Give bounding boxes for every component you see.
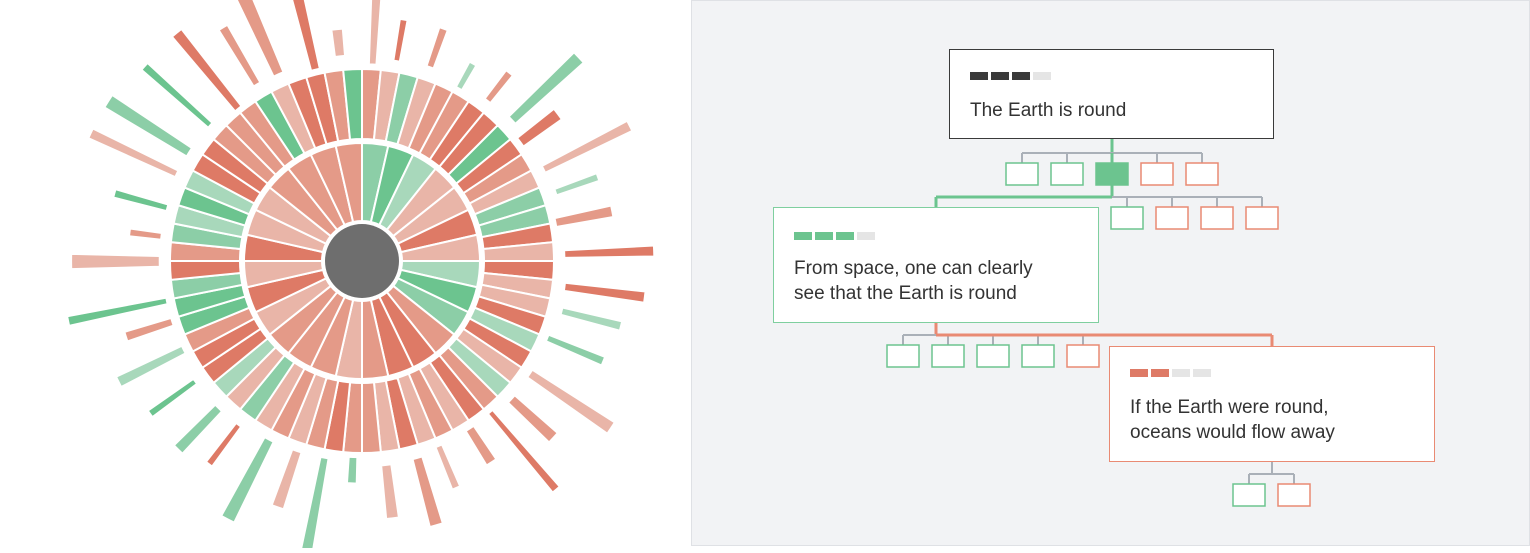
- argument-node-43[interactable]: [1232, 483, 1266, 507]
- sunburst-segment-125: [112, 187, 170, 213]
- argument-node-24[interactable]: [1245, 206, 1279, 230]
- argument-sunburst: [0, 0, 690, 553]
- argument-node-21[interactable]: [1110, 206, 1144, 230]
- argument-node-36[interactable]: [976, 344, 1010, 368]
- argument-node-10[interactable]: [1140, 162, 1174, 186]
- sunburst-segment-132: [291, 0, 322, 73]
- pro-argument-card[interactable]: From space, one can clearly see that the…: [773, 207, 1099, 323]
- sunburst-segment-110: [434, 443, 462, 491]
- sunburst-segment-97: [507, 50, 586, 126]
- sunburst-segment-108: [486, 408, 562, 494]
- argument-node-22[interactable]: [1155, 206, 1189, 230]
- sunburst-center: [325, 224, 399, 298]
- sunburst-segment-124: [127, 227, 164, 241]
- con-argument-text: If the Earth were round, oceans would fl…: [1130, 397, 1335, 443]
- sunburst-segment-104: [559, 306, 624, 332]
- argument-tree-panel: The Earth is round From space, one can c…: [691, 0, 1530, 546]
- claim-card[interactable]: The Earth is round: [949, 49, 1274, 139]
- argument-node-35[interactable]: [931, 344, 965, 368]
- sunburst-segment-101: [553, 204, 615, 229]
- sunburst-segment-115: [270, 448, 303, 511]
- argument-node-44[interactable]: [1277, 483, 1311, 507]
- claim-text: The Earth is round: [970, 100, 1127, 121]
- sunburst-segment-100: [553, 171, 601, 197]
- sunburst-segment-103: [562, 281, 647, 304]
- sunburst-segment-114: [299, 455, 330, 553]
- sunburst-segment-122: [65, 296, 169, 328]
- sunburst-segment-102: [563, 244, 656, 259]
- sunburst-segment-121: [123, 316, 175, 343]
- sunburst-segment-94: [425, 25, 450, 70]
- sunburst-segment-109: [464, 424, 498, 467]
- pro-argument-text: From space, one can clearly see that the…: [794, 258, 1033, 304]
- argument-node-7[interactable]: [1005, 162, 1039, 186]
- sunburst-segment-93: [392, 17, 409, 63]
- con-argument-card[interactable]: If the Earth were round, oceans would fl…: [1109, 346, 1435, 462]
- sunburst-segment-117: [204, 421, 243, 468]
- argument-node-34[interactable]: [886, 344, 920, 368]
- argument-node-23[interactable]: [1200, 206, 1234, 230]
- sunburst-segment-133: [330, 27, 347, 59]
- sunburst-segment-123: [70, 252, 161, 271]
- argument-node-8[interactable]: [1050, 162, 1084, 186]
- argument-node-37[interactable]: [1021, 344, 1055, 368]
- sunburst-segment-116: [219, 435, 276, 524]
- argument-node-38[interactable]: [1066, 344, 1100, 368]
- sunburst-segment-112: [380, 463, 401, 521]
- sunburst-segment-105: [544, 333, 607, 367]
- sunburst-segment-111: [411, 455, 445, 529]
- sunburst-segment-92: [367, 0, 383, 66]
- sunburst-segment-99: [540, 119, 634, 175]
- sunburst-svg: [65, 0, 656, 553]
- sunburst-segment-95: [454, 60, 478, 92]
- sunburst-segment-96: [483, 68, 515, 105]
- sunburst-segment-120: [114, 344, 187, 389]
- sunburst-segment-119: [146, 377, 199, 419]
- sunburst-segment-113: [345, 455, 359, 485]
- argument-node-11[interactable]: [1185, 162, 1219, 186]
- argument-node-9[interactable]: [1095, 162, 1129, 186]
- sunburst-segment-118: [172, 403, 224, 456]
